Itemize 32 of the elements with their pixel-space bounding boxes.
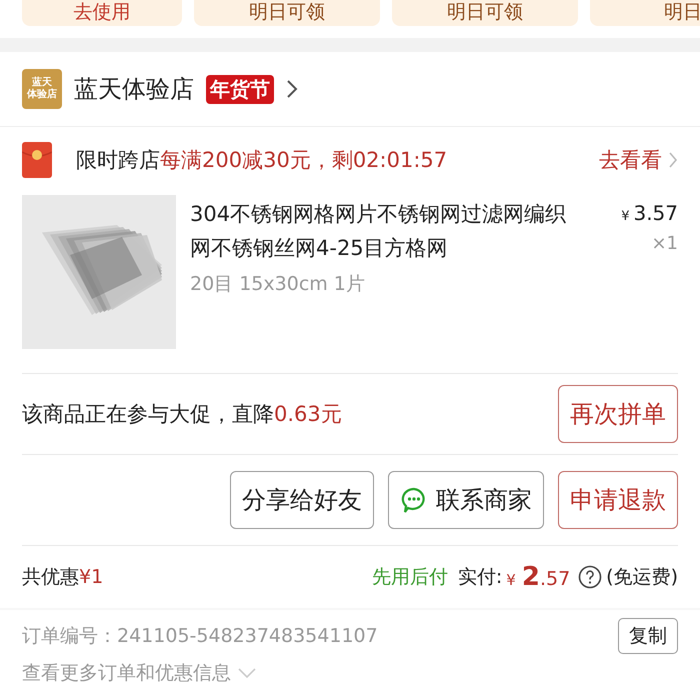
shipping-note: (免运费) bbox=[606, 565, 678, 590]
discount-label: 共优惠 bbox=[22, 565, 79, 590]
share-button[interactable]: 分享给好友 bbox=[230, 471, 374, 529]
promo-offer: 每满200减30元，剩 bbox=[160, 147, 353, 174]
paid-label: 实付: bbox=[458, 565, 502, 590]
coupon-button[interactable]: 明日可领 bbox=[194, 0, 380, 26]
chevron-icon[interactable] bbox=[286, 79, 298, 99]
countdown-timer: 02:01:57 bbox=[352, 148, 448, 172]
product-title[interactable]: 304不锈钢网格网片不锈钢网过滤网编织网不锈钢丝网4-25目方格网 bbox=[190, 197, 570, 265]
copy-button[interactable]: 复制 bbox=[618, 618, 678, 654]
view-link[interactable]: 去看看 bbox=[599, 146, 662, 174]
refund-button[interactable]: 申请退款 bbox=[558, 471, 678, 529]
reorder-button[interactable]: 再次拼单 bbox=[558, 385, 678, 443]
product-price: ¥ 3.57 bbox=[621, 201, 678, 225]
coupon-button[interactable]: 明日可领 bbox=[392, 0, 578, 26]
store-name[interactable]: 蓝天体验店 bbox=[74, 73, 194, 105]
order-number: 241105-548237483541107 bbox=[117, 625, 378, 647]
store-logo: 蓝天 体验店 bbox=[22, 69, 62, 109]
order-number-label: 订单编号： bbox=[22, 624, 117, 649]
promotion-notice: 该商品正在参与大促，直降0.63元 bbox=[22, 401, 343, 428]
promo-label: 限时跨店 bbox=[76, 147, 160, 174]
help-icon[interactable] bbox=[578, 565, 602, 589]
contact-button[interactable]: 联系商家 bbox=[388, 471, 544, 529]
pay-later-label: 先用后付 bbox=[372, 565, 448, 590]
festival-badge: 年货节 bbox=[206, 74, 274, 104]
product-quantity: ×1 bbox=[651, 233, 678, 254]
envelope-icon bbox=[22, 142, 52, 178]
paid-amount: ¥ 2.57 bbox=[506, 562, 572, 592]
product-spec: 20目 15x30cm 1片 bbox=[190, 272, 366, 297]
coupon-button[interactable]: 明日 bbox=[590, 0, 700, 26]
discount-amount: ¥1 bbox=[79, 566, 104, 588]
coupon-button[interactable]: 去使用 bbox=[22, 0, 182, 26]
